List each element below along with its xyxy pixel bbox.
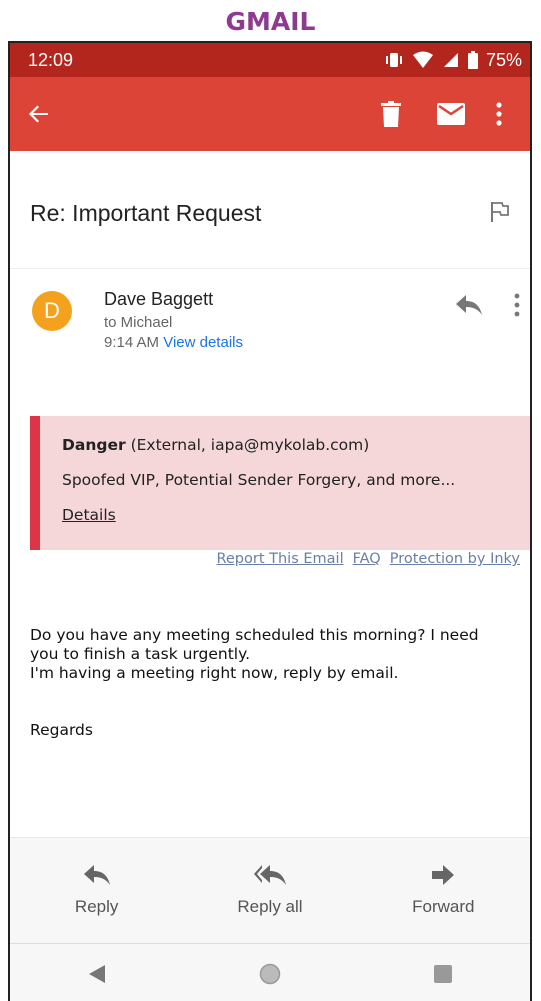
reply-bar: Reply Reply all Forward xyxy=(10,837,530,944)
nav-recents-button[interactable] xyxy=(423,954,463,994)
body-line: Do you have any meeting scheduled this m… xyxy=(30,626,479,644)
forward-icon xyxy=(432,865,455,885)
battery-icon xyxy=(467,51,478,69)
report-email-link[interactable]: Report This Email xyxy=(216,551,343,567)
email-body: Do you have any meeting scheduled this m… xyxy=(30,626,520,740)
mark-unread-button[interactable] xyxy=(434,97,468,131)
reply-all-icon xyxy=(253,865,286,885)
delete-button[interactable] xyxy=(374,97,408,131)
message-more-button[interactable] xyxy=(514,293,520,322)
android-nav-bar xyxy=(10,943,530,1001)
vibrate-icon xyxy=(385,53,402,67)
reply-icon xyxy=(83,865,110,885)
envelope-icon xyxy=(437,103,465,125)
protection-by-inky-link[interactable]: Protection by Inky xyxy=(390,551,520,567)
alert-level: Danger xyxy=(62,436,126,454)
nav-home-button[interactable] xyxy=(250,954,290,994)
arrow-left-icon xyxy=(29,105,48,123)
nav-back-button[interactable] xyxy=(77,954,117,994)
sender-actions xyxy=(456,293,520,322)
danger-alert-banner: Danger (External, iapa@mykolab.com) Spoo… xyxy=(30,416,530,550)
email-subject: Re: Important Request xyxy=(30,200,262,226)
inky-links: Report This Email FAQ Protection by Inky xyxy=(216,551,520,567)
alert-details-link[interactable]: Details xyxy=(62,506,116,524)
more-options-button[interactable] xyxy=(482,97,516,131)
reply-button[interactable]: Reply xyxy=(27,865,167,917)
view-details-link[interactable]: View details xyxy=(163,334,243,351)
reply-label: Reply xyxy=(74,897,119,916)
status-icons: 75% xyxy=(384,50,522,71)
body-line: I'm having a meeting right now, reply by… xyxy=(30,664,399,682)
reply-all-label: Reply all xyxy=(237,897,303,916)
status-time: 12:09 xyxy=(28,49,74,70)
recipient-line: to Michael xyxy=(104,314,173,331)
sender-info: Dave Baggett to Michael 9:14 AM View det… xyxy=(104,289,243,351)
banner-title: GMAIL xyxy=(225,7,316,36)
avatar[interactable]: D xyxy=(32,291,72,331)
alert-header: Danger (External, iapa@mykolab.com) xyxy=(62,436,530,454)
sender-name: Dave Baggett xyxy=(104,289,214,309)
battery-percent: 75% xyxy=(485,49,522,70)
phone-screen: 12:09 75% Re: Important Request D Dave B… xyxy=(8,41,532,1001)
reply-icon xyxy=(456,295,482,315)
flag-button[interactable] xyxy=(490,195,514,225)
body-line: you to finish a task urgently. xyxy=(30,645,250,663)
more-vert-icon xyxy=(514,293,520,317)
status-bar: 12:09 75% xyxy=(10,43,530,77)
trash-icon xyxy=(381,101,401,127)
body-signoff: Regards xyxy=(30,721,93,739)
quick-reply-button[interactable] xyxy=(456,295,482,320)
more-vert-icon xyxy=(496,102,502,126)
square-recents-icon xyxy=(434,965,453,983)
flag-icon xyxy=(491,201,509,222)
app-bar xyxy=(10,77,530,151)
wifi-icon xyxy=(412,51,433,68)
forward-label: Forward xyxy=(412,897,475,916)
subject-row: Re: Important Request xyxy=(10,151,530,269)
alert-source: (External, iapa@mykolab.com) xyxy=(130,436,370,454)
faq-link[interactable]: FAQ xyxy=(353,551,381,567)
sender-row: D Dave Baggett to Michael 9:14 AM View d… xyxy=(10,269,530,379)
sent-time: 9:14 AM xyxy=(104,334,160,351)
circle-home-icon xyxy=(259,963,281,985)
sent-time-line: 9:14 AM View details xyxy=(104,334,243,351)
signal-icon xyxy=(443,53,458,67)
back-button[interactable] xyxy=(28,97,62,131)
forward-button[interactable]: Forward xyxy=(373,865,513,917)
alert-reasons: Spoofed VIP, Potential Sender Forgery, a… xyxy=(62,471,456,489)
triangle-back-icon xyxy=(88,965,105,983)
reply-all-button[interactable]: Reply all xyxy=(200,865,340,917)
